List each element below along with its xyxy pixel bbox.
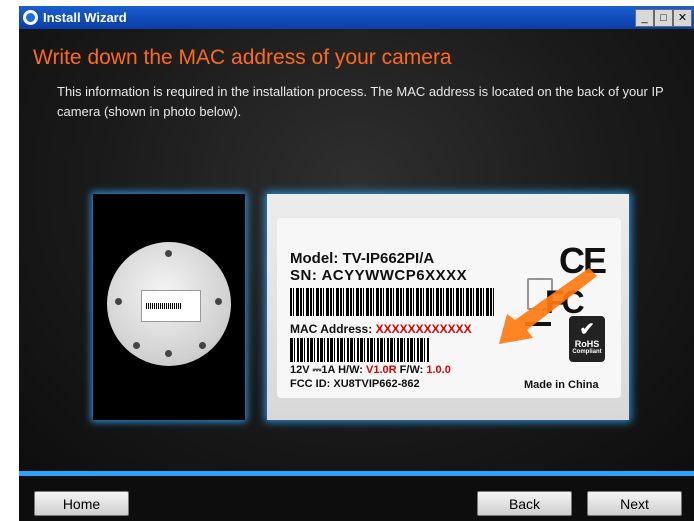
- install-wizard-window: Install Wizard _ □ ✕ Write down the MAC …: [19, 6, 694, 521]
- label-power-versions: 12V ⎓1A H/W: V1.0R F/W: 1.0.0: [290, 364, 451, 376]
- label-made-in: Made in China: [524, 379, 599, 391]
- page-heading: Write down the MAC address of your camer…: [33, 46, 452, 69]
- page-description: This information is required in the inst…: [57, 84, 664, 119]
- label-fcc-id: FCC ID: XU8TVIP662-862: [290, 378, 420, 390]
- navigation-bar: Home Back Next: [19, 471, 694, 521]
- camera-label-thumbnail: [141, 290, 201, 322]
- maximize-button[interactable]: □: [654, 9, 673, 27]
- label-mac-address: MAC Address: XXXXXXXXXXXX: [290, 322, 472, 336]
- mac-address-value: XXXXXXXXXXXX: [375, 322, 472, 336]
- accent-divider: [19, 471, 694, 476]
- title-bar: Install Wizard _ □ ✕: [19, 6, 694, 29]
- app-icon: [23, 10, 38, 25]
- serial-barcode: [290, 288, 495, 316]
- mac-label-photo: Model: TV-IP662PI/A SN: ACYYWWCP6XXXX MA…: [267, 194, 629, 420]
- close-button[interactable]: ✕: [673, 9, 692, 27]
- back-button[interactable]: Back: [477, 491, 572, 516]
- label-model: Model: TV-IP662PI/A: [290, 250, 435, 267]
- next-button[interactable]: Next: [587, 491, 682, 516]
- camera-back-photo: [93, 194, 245, 420]
- label-serial: SN: ACYYWWCP6XXXX: [290, 267, 468, 284]
- wizard-content: Write down the MAC address of your camer…: [19, 29, 694, 471]
- background-strip: [0, 0, 694, 5]
- window-title: Install Wizard: [43, 10, 127, 25]
- mac-barcode: [290, 338, 430, 362]
- camera-back-image: [107, 242, 231, 366]
- home-button[interactable]: Home: [34, 491, 129, 516]
- pointer-arrow-icon: [499, 268, 597, 344]
- minimize-button[interactable]: _: [635, 9, 654, 27]
- product-label: Model: TV-IP662PI/A SN: ACYYWWCP6XXXX MA…: [277, 218, 621, 398]
